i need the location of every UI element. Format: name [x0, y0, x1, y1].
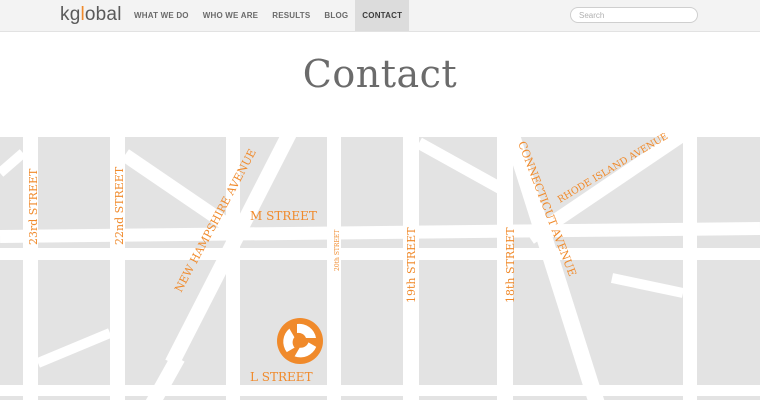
search-input[interactable]	[570, 7, 698, 23]
kglobal-marker-icon[interactable]	[277, 318, 323, 364]
nav-item-who-we-are[interactable]: WHO WE ARE	[196, 0, 265, 31]
nav-item-what-we-do[interactable]: WHAT WE DO	[127, 0, 196, 31]
nav-item-contact[interactable]: CONTACT	[355, 0, 410, 31]
street-label-19th: 19th STREET	[405, 227, 418, 303]
top-navbar: kglobal WHAT WE DO WHO WE ARE RESULTS BL…	[0, 0, 760, 32]
location-map[interactable]: 23rd STREET 22nd STREET NEW HAMPSHIRE AV…	[0, 133, 760, 400]
logo-text-start: kg	[60, 4, 81, 25]
logo-text-end: obal	[84, 4, 122, 25]
street-label-22nd: 22nd STREET	[113, 166, 126, 245]
street-label-m-street: M STREET	[250, 209, 317, 223]
street-label-18th: 18th STREET	[504, 227, 517, 303]
street-label-l-street: L STREET	[250, 370, 313, 384]
kglobal-logo[interactable]: kglobal	[60, 4, 122, 26]
street-label-20th: 20th STREET	[334, 230, 341, 271]
nav-item-blog[interactable]: BLOG	[317, 0, 355, 31]
page-title: Contact	[302, 52, 458, 96]
street-label-23rd: 23rd STREET	[27, 168, 40, 245]
nav-item-results[interactable]: RESULTS	[265, 0, 317, 31]
main-nav: WHAT WE DO WHO WE ARE RESULTS BLOG CONTA…	[127, 0, 410, 31]
road-17th	[683, 133, 697, 400]
